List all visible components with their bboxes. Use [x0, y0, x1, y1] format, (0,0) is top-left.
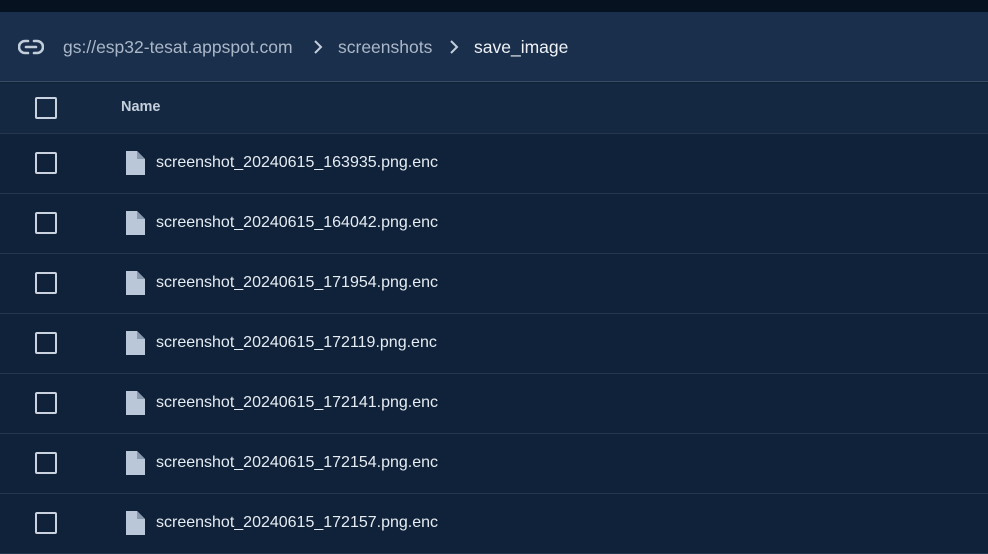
row-checkbox[interactable]	[35, 212, 57, 234]
row-checkbox[interactable]	[35, 452, 57, 474]
file-icon	[126, 451, 145, 475]
table-row[interactable]: screenshot_20240615_172141.png.enc	[0, 374, 988, 434]
file-icon	[126, 391, 145, 415]
link-icon	[18, 39, 44, 55]
file-name[interactable]: screenshot_20240615_172141.png.enc	[156, 393, 438, 413]
table-row[interactable]: screenshot_20240615_163935.png.enc	[0, 134, 988, 194]
breadcrumb: gs://esp32-tesat.appspot.com screenshots…	[0, 12, 988, 82]
file-name[interactable]: screenshot_20240615_164042.png.enc	[156, 213, 438, 233]
row-checkbox[interactable]	[35, 272, 57, 294]
chevron-right-icon	[450, 40, 459, 54]
file-name[interactable]: screenshot_20240615_172119.png.enc	[156, 333, 437, 353]
table-header: Name	[0, 83, 988, 134]
chevron-right-icon	[314, 40, 323, 54]
table-row[interactable]: screenshot_20240615_172119.png.enc	[0, 314, 988, 374]
table-row[interactable]: screenshot_20240615_164042.png.enc	[0, 194, 988, 254]
file-name[interactable]: screenshot_20240615_172154.png.enc	[156, 453, 438, 473]
breadcrumb-item-current: save_image	[474, 37, 569, 57]
row-checkbox[interactable]	[35, 332, 57, 354]
row-checkbox[interactable]	[35, 152, 57, 174]
file-icon	[126, 151, 145, 175]
breadcrumb-item-bucket[interactable]: gs://esp32-tesat.appspot.com	[63, 36, 293, 58]
file-list: screenshot_20240615_163935.png.enc scree…	[0, 134, 988, 554]
file-icon	[126, 271, 145, 295]
file-name[interactable]: screenshot_20240615_172157.png.enc	[156, 513, 438, 533]
file-name[interactable]: screenshot_20240615_163935.png.enc	[156, 153, 438, 173]
table-row[interactable]: screenshot_20240615_172157.png.enc	[0, 494, 988, 554]
table-row[interactable]: screenshot_20240615_172154.png.enc	[0, 434, 988, 494]
file-icon	[126, 331, 145, 355]
file-icon	[126, 511, 145, 535]
column-header-name[interactable]: Name	[121, 99, 161, 115]
table-row[interactable]: screenshot_20240615_171954.png.enc	[0, 254, 988, 314]
row-checkbox[interactable]	[35, 392, 57, 414]
window-top-strip	[0, 0, 988, 12]
file-name[interactable]: screenshot_20240615_171954.png.enc	[156, 273, 438, 293]
file-icon	[126, 211, 145, 235]
breadcrumb-item-screenshots[interactable]: screenshots	[338, 36, 432, 58]
row-checkbox[interactable]	[35, 512, 57, 534]
select-all-checkbox[interactable]	[35, 97, 57, 119]
